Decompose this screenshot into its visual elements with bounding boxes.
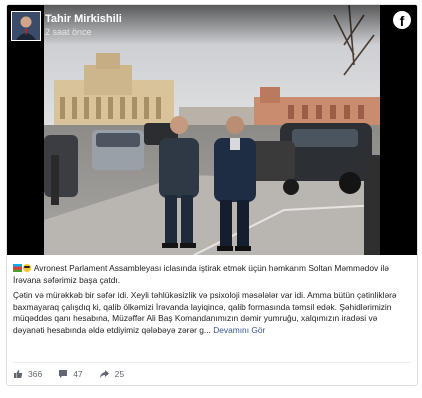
like-reaction[interactable]: 366 [13, 369, 42, 379]
see-more-link[interactable]: Devamını Gör [213, 325, 265, 335]
comment-count: 47 [73, 369, 83, 379]
post-card: Tahir Mirkishili 2 saat önce f Avronest … [6, 4, 418, 386]
smiling-face-sunglasses-icon [23, 264, 31, 272]
author-name[interactable]: Tahir Mirkishili [45, 13, 122, 25]
share-icon [99, 370, 109, 378]
post-timestamp[interactable]: 2 saat önce [45, 27, 92, 37]
avatar[interactable] [11, 11, 41, 41]
post-media[interactable]: Tahir Mirkishili 2 saat önce f [7, 5, 417, 255]
post-text: Avronest Parlament Assambleyası iclasınd… [13, 263, 411, 340]
post-header: Tahir Mirkishili 2 saat önce [7, 5, 417, 45]
reaction-bar: 366 47 25 [13, 367, 140, 381]
facebook-icon[interactable]: f [393, 11, 411, 29]
like-icon [14, 370, 23, 378]
post-paragraph-2: Çətin və mürəkkəb bir səfər idi. Xeyli t… [13, 290, 411, 336]
divider [13, 362, 411, 363]
post-paragraph-1: Avronest Parlament Assambleyası iclasınd… [13, 263, 411, 286]
comment-reaction[interactable]: 47 [58, 369, 83, 379]
like-count: 366 [28, 369, 43, 379]
azerbaijan-flag-icon [13, 264, 22, 272]
comment-icon [59, 370, 68, 378]
post-paragraph-1-text: Avronest Parlament Assambleyası iclasınd… [13, 263, 389, 285]
avatar-image [12, 12, 40, 40]
share-count: 25 [114, 369, 125, 379]
share-reaction[interactable]: 25 [99, 369, 124, 379]
post-paragraph-2-text: Çətin və mürəkkəb bir səfər idi. Xeyli t… [13, 290, 397, 335]
